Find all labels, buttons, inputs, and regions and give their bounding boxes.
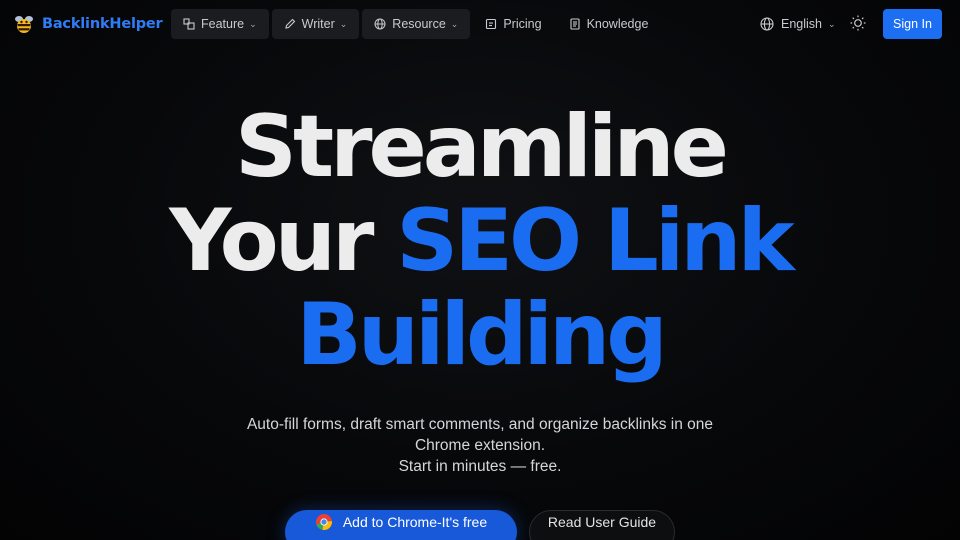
read-user-guide-button[interactable]: Read User Guide <box>529 510 675 540</box>
language-label: English <box>781 17 822 31</box>
nav-item-label: Writer <box>301 17 335 31</box>
nav-item-feature[interactable]: Feature ⌄ <box>171 9 269 39</box>
hero-subtitle: Auto-fill forms, draft smart comments, a… <box>200 414 760 477</box>
tag-icon <box>486 18 497 30</box>
chevron-down-icon: ⌄ <box>339 18 348 29</box>
nav-item-writer[interactable]: Writer ⌄ <box>271 9 360 39</box>
nav-item-pricing[interactable]: Pricing <box>473 9 553 39</box>
nav-item-resource[interactable]: Resource ⌄ <box>362 9 471 39</box>
subtitle-line: Chrome extension. <box>414 437 546 454</box>
brand-logo[interactable]: BacklinkHelper <box>12 12 163 36</box>
hero-line-2-plain: Your <box>169 191 397 291</box>
chevron-down-icon: ⌄ <box>828 18 836 29</box>
main-menu: Feature ⌄ Writer ⌄ Resource ⌄ Pricing Kn… <box>171 9 660 39</box>
nav-item-label: Pricing <box>503 17 542 31</box>
read-user-guide-label: Read User Guide <box>547 513 657 530</box>
sign-in-button[interactable]: Sign In <box>883 9 942 39</box>
globe-icon <box>374 18 386 30</box>
sun-icon[interactable] <box>849 14 867 32</box>
shapes-icon <box>183 18 195 30</box>
chevron-down-icon: ⌄ <box>450 18 459 29</box>
hero-line-2-accent: SEO Link <box>396 191 794 291</box>
chevron-down-icon: ⌄ <box>249 18 257 29</box>
subtitle-line: Start in minutes — free. <box>398 458 562 475</box>
nav-item-label: Knowledge <box>586 17 649 31</box>
hero-line-2: Your SEO Link <box>0 194 960 288</box>
brand-name: BacklinkHelper <box>42 16 163 32</box>
hero-line-3: Building <box>296 285 668 385</box>
book-icon <box>570 18 580 30</box>
add-to-chrome-label: Add to Chrome-It's free <box>342 513 488 530</box>
hero-headline: Streamline Your SEO Link Building <box>0 100 960 382</box>
hero-line-1: Streamline <box>235 97 729 197</box>
pen-icon <box>284 18 295 29</box>
top-nav: BacklinkHelper Feature ⌄ Writer ⌄ Resour… <box>0 0 960 46</box>
nav-item-label: Feature <box>201 17 245 31</box>
add-to-chrome-button[interactable]: Add to Chrome-It's free <box>285 510 517 540</box>
bee-icon <box>15 16 33 33</box>
subtitle-line: Auto-fill forms, draft smart comments, a… <box>246 416 714 433</box>
nav-item-knowledge[interactable]: Knowledge <box>557 9 661 39</box>
chrome-icon <box>315 513 332 530</box>
language-selector[interactable]: English ⌄ <box>760 9 836 39</box>
nav-item-label: Resource <box>392 17 446 31</box>
globe-icon <box>760 17 774 31</box>
